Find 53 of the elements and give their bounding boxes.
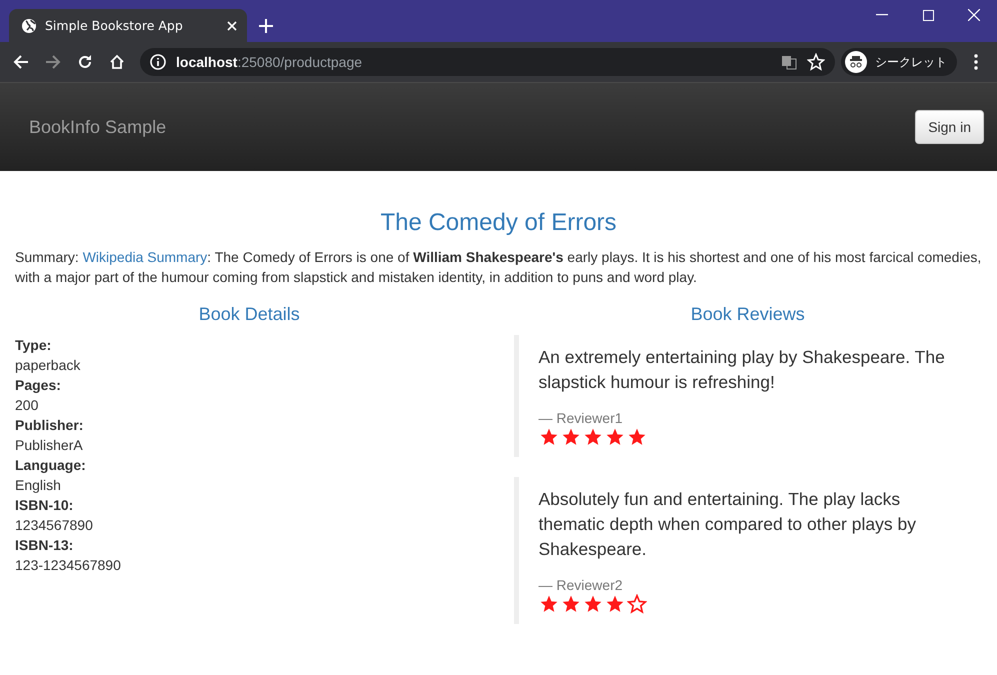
detail-label: Type: [15, 336, 52, 355]
section-heading: Book Reviews [690, 304, 806, 325]
incognito-label: シークレット [875, 54, 947, 70]
brand-link[interactable]: BookInfo Sample [29, 116, 166, 138]
globe-icon [21, 18, 37, 34]
star-icon [538, 427, 558, 447]
summary-text: Summary: Wikipedia Summary: The Comedy of Errors is one of William Shakespeare's early plays. It is his shortest and one of his most farcical comedies, with a major part of the humour coming from slapstick and mistaken identity, in addition to puns and word play. [15, 248, 982, 287]
detail-label: Language: [15, 456, 87, 475]
star-icon [538, 594, 558, 614]
home-icon[interactable] [109, 54, 125, 70]
book-title: The Comedy of Errors [379, 209, 618, 237]
detail-label: Publisher: [15, 416, 84, 435]
minimize-icon[interactable] [876, 14, 888, 16]
star-icon [560, 594, 580, 614]
info-icon[interactable] [150, 54, 166, 70]
star-icon [560, 427, 580, 447]
detail-value: 200 [15, 396, 40, 415]
wikipedia-link[interactable]: Wikipedia Summary [82, 249, 208, 265]
close-icon[interactable] [968, 9, 980, 21]
detail-label: Pages: [15, 376, 62, 395]
browser-tab[interactable]: Simple Bookstore App [9, 9, 247, 42]
forward-icon[interactable] [45, 54, 61, 70]
detail-value: 1234567890 [15, 516, 94, 535]
reviewer-name: — Reviewer2 [538, 576, 624, 594]
star-bookmark-icon[interactable] [807, 53, 825, 71]
star-icon [582, 594, 602, 614]
back-icon[interactable] [13, 54, 29, 70]
incognito-icon [845, 51, 867, 73]
review-text: An extremely entertaining play by Shakespeare. The slapstick humour is refreshing! [538, 346, 946, 394]
detail-value: English [15, 476, 62, 495]
new-tab-icon[interactable] [259, 19, 273, 33]
detail-value: paperback [15, 356, 82, 375]
detail-label: ISBN-10: [15, 496, 74, 515]
detail-label: ISBN-13: [15, 536, 74, 555]
sign-in-button[interactable]: Sign in [915, 110, 984, 144]
url-text: localhost:25080/productpage [176, 54, 364, 70]
star-icon [604, 594, 624, 614]
detail-value: 123-1234567890 [15, 556, 122, 575]
section-heading: Book Details [198, 304, 301, 325]
incognito-badge[interactable]: シークレット [841, 48, 957, 76]
detail-value: PublisherA [15, 436, 84, 455]
close-icon[interactable] [227, 20, 237, 30]
reviewer-name: — Reviewer1 [538, 409, 624, 427]
menu-icon[interactable] [974, 54, 978, 70]
star-icon [604, 427, 624, 447]
maximize-icon[interactable] [922, 10, 934, 20]
star-icon [626, 427, 646, 447]
tab-title: Simple Bookstore App [45, 18, 184, 33]
star-icon [582, 427, 602, 447]
reload-icon[interactable] [77, 54, 93, 70]
review-text: Absolutely fun and entertaining. The play lacks thematic depth when compared to other plays by Shakespeare. [538, 488, 917, 561]
empty-star-icon [626, 594, 646, 614]
address-bar[interactable]: localhost:25080/productpage [140, 48, 835, 76]
